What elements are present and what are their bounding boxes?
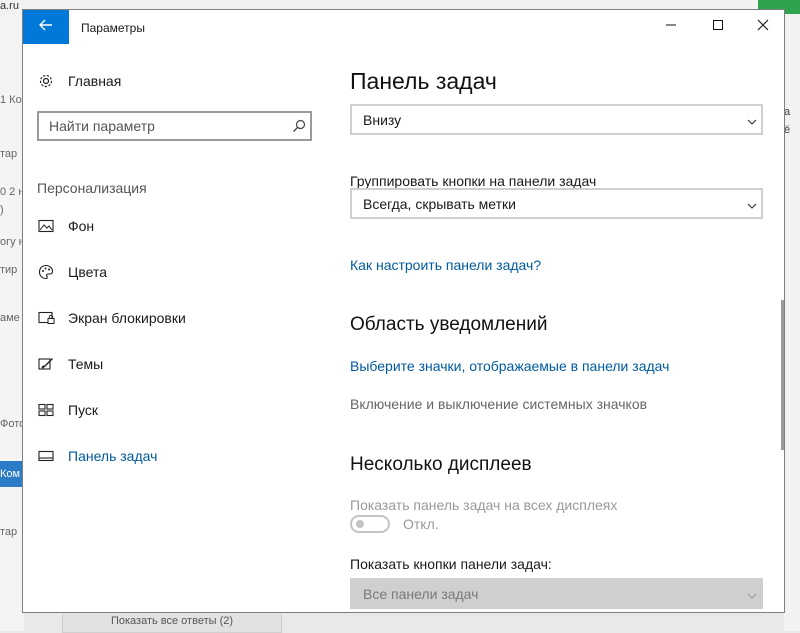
sidebar-item-start[interactable]: Пуск <box>23 390 338 430</box>
main-content: Панель задач Внизу Группировать кнопки н… <box>350 44 764 612</box>
search-icon[interactable] <box>288 119 310 133</box>
sidebar-item-background[interactable]: Фон <box>23 206 338 246</box>
settings-window: Параметры Главная Персонализация <box>22 9 785 613</box>
select-value: Все панели задач <box>363 585 479 602</box>
show-on-all-displays-label: Показать панель задач на всех дисплеях <box>350 497 618 513</box>
close-button[interactable] <box>740 10 786 44</box>
picture-icon <box>37 217 55 235</box>
bg-text: тир <box>0 264 18 276</box>
group-buttons-select[interactable]: Всегда, скрывать метки <box>350 188 763 219</box>
nav-home-label: Главная <box>68 73 122 89</box>
bg-text: Фото <box>0 418 24 430</box>
browser-right-fragment: а ё <box>784 14 800 631</box>
minimize-icon <box>665 18 677 36</box>
window-title: Параметры <box>81 21 145 35</box>
chevron-down-icon <box>747 588 757 604</box>
toggle-knob <box>356 520 364 528</box>
select-value: Внизу <box>363 111 402 128</box>
show-on-all-displays-toggle[interactable] <box>350 515 390 533</box>
bg-text: огу н <box>0 236 24 248</box>
lock-screen-icon <box>37 309 55 327</box>
bg-text: ) <box>0 204 4 216</box>
bg-text: аме <box>0 312 20 324</box>
page-title: Панель задач <box>350 68 497 94</box>
sidebar-item-label: Экран блокировки <box>68 310 186 326</box>
select-icons-link[interactable]: Выберите значки, отображаемые в панели з… <box>350 358 669 374</box>
back-button[interactable] <box>23 10 69 44</box>
palette-icon <box>37 263 55 281</box>
sidebar-item-label: Темы <box>68 356 104 372</box>
sidebar-item-label: Фон <box>68 218 95 234</box>
sidebar-item-colors[interactable]: Цвета <box>23 252 338 292</box>
taskbar-help-link[interactable]: Как настроить панели задач? <box>350 257 541 273</box>
taskbar-icon <box>37 447 55 465</box>
show-buttons-label: Показать кнопки панели задач: <box>350 556 552 572</box>
maximize-button[interactable] <box>695 10 741 44</box>
sidebar-item-themes[interactable]: Темы <box>23 344 338 384</box>
show-all-answers-button[interactable]: Показать все ответы (2) <box>62 612 282 633</box>
select-value: Всегда, скрывать метки <box>363 195 516 212</box>
chevron-down-icon <box>747 198 757 214</box>
back-arrow-icon <box>39 18 53 36</box>
taskbar-position-select[interactable]: Внизу <box>350 104 763 135</box>
scrollbar[interactable] <box>781 300 784 450</box>
bg-text: 1 Ко <box>0 94 22 106</box>
sidebar-item-label: Пуск <box>68 402 99 418</box>
search-box[interactable] <box>37 111 312 141</box>
multiple-displays-heading: Несколько дисплеев <box>350 454 532 475</box>
maximize-icon <box>712 18 724 36</box>
section-title: Персонализация <box>37 180 147 196</box>
minimize-button[interactable] <box>648 10 694 44</box>
sidebar-item-taskbar[interactable]: Панель задач <box>23 436 338 476</box>
browser-left-fragment: 1 Ко тар 0 2 н ) огу н тир аме Фото Ком … <box>0 14 24 631</box>
notification-area-heading: Область уведомлений <box>350 314 548 335</box>
gear-icon <box>37 72 55 90</box>
sidebar-item-label: Цвета <box>68 264 107 280</box>
bg-text: 0 2 н <box>0 186 24 198</box>
sidebar-item-lock-screen[interactable]: Экран блокировки <box>23 298 338 338</box>
bg-text: тар <box>0 148 18 160</box>
browser-url-fragment: a.ru <box>0 0 19 12</box>
close-icon <box>757 18 769 36</box>
toggle-state-text: Откл. <box>403 516 439 532</box>
bg-text: тар <box>0 526 18 538</box>
show-buttons-select[interactable]: Все панели задач <box>350 578 763 609</box>
title-bar: Параметры <box>23 10 784 44</box>
bg-text: а <box>784 106 791 118</box>
bg-text: ё <box>784 124 791 136</box>
search-input[interactable] <box>39 114 288 138</box>
sidebar-item-label: Панель задач <box>68 448 158 464</box>
sidebar: Главная Персонализация Фон Цвета Экр <box>23 44 338 612</box>
system-icons-link[interactable]: Включение и выключение системных значков <box>350 396 647 412</box>
bg-text: Ком <box>0 461 24 487</box>
group-buttons-label: Группировать кнопки на панели задач <box>350 173 597 189</box>
nav-home[interactable]: Главная <box>37 72 121 90</box>
themes-icon <box>37 355 55 373</box>
chevron-down-icon <box>747 114 757 130</box>
start-icon <box>37 401 55 419</box>
